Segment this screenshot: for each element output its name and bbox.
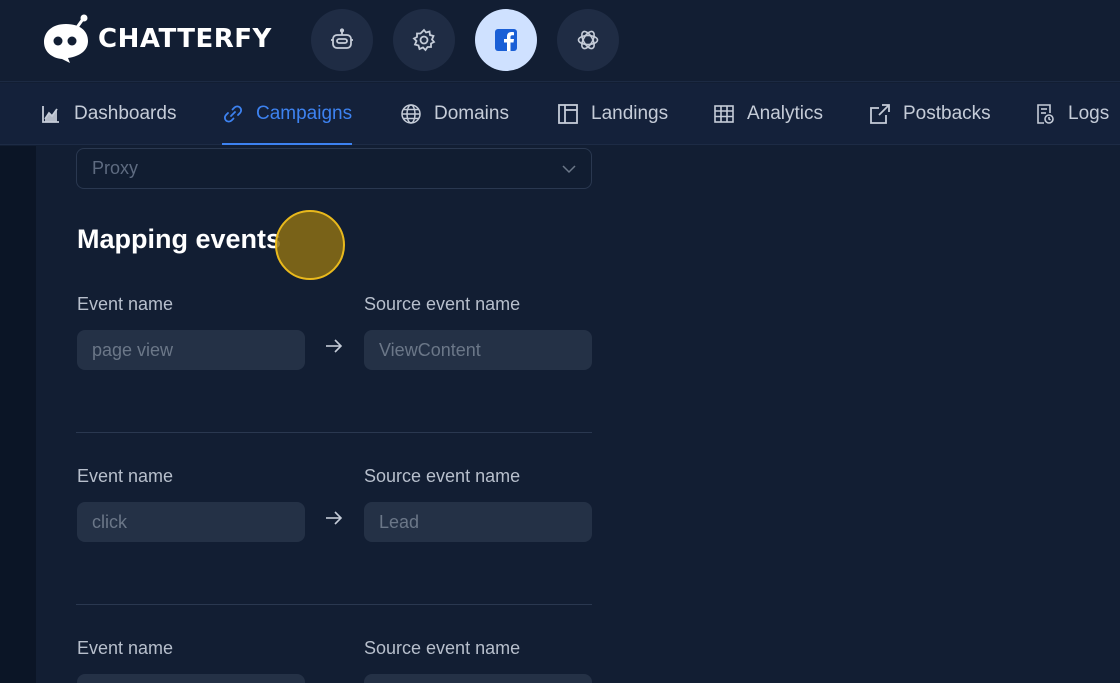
- nav-label-dashboards: Dashboards: [74, 103, 177, 124]
- robot-icon: [331, 28, 353, 49]
- settings-button[interactable]: [393, 9, 455, 71]
- chart-icon: [42, 106, 59, 123]
- nav-label-landings: Landings: [591, 103, 669, 124]
- layout-icon: [558, 104, 578, 124]
- row-divider: [76, 432, 592, 433]
- source-event-name-input[interactable]: [364, 502, 592, 542]
- external-link-icon: [870, 104, 890, 124]
- brand-name: CHATTERFY: [98, 24, 272, 54]
- event-name-label: Event name: [77, 638, 174, 658]
- nav-logs[interactable]: Logs: [1034, 83, 1109, 145]
- arrow-right-icon: [326, 511, 343, 525]
- chatterfy-logo-icon: [44, 14, 88, 63]
- chevron-down-icon: [562, 165, 576, 174]
- nav-domains[interactable]: Domains: [400, 83, 509, 145]
- nav-label-campaigns: Campaigns: [256, 103, 353, 124]
- row-divider: [76, 604, 592, 605]
- proxy-select-value: Proxy: [92, 158, 139, 178]
- table-icon: [714, 105, 734, 123]
- globe-icon: [401, 104, 421, 124]
- facebook-button[interactable]: [475, 9, 537, 71]
- source-event-name-label: Source event name: [364, 466, 521, 486]
- bot-button[interactable]: [311, 9, 373, 71]
- event-name-input[interactable]: [77, 330, 305, 370]
- arrow-right-icon: [326, 339, 343, 353]
- nav-analytics[interactable]: Analytics: [713, 83, 823, 145]
- main-nav: Dashboards Campaigns Domains Landings An…: [0, 83, 1120, 145]
- event-name-label: Event name: [77, 294, 174, 314]
- brand-logo[interactable]: CHATTERFY: [40, 14, 272, 64]
- nav-dashboards[interactable]: Dashboards: [40, 83, 176, 145]
- event-name-input[interactable]: [77, 674, 305, 683]
- event-name-label: Event name: [77, 466, 174, 486]
- nav-label-postbacks: Postbacks: [903, 103, 991, 124]
- nav-landings[interactable]: Landings: [557, 83, 668, 145]
- source-event-name-label: Source event name: [364, 638, 521, 658]
- nav-label-analytics: Analytics: [747, 103, 824, 124]
- top-bar: CHATTERFY: [0, 0, 1120, 82]
- facebook-icon: [495, 29, 517, 51]
- link-icon: [223, 105, 243, 123]
- gear-icon: [412, 28, 436, 52]
- event-name-input[interactable]: [77, 502, 305, 542]
- left-sidebar-edge: [0, 146, 36, 683]
- click-cursor-indicator: [275, 210, 345, 280]
- source-event-name-input[interactable]: [364, 674, 592, 683]
- proxy-select[interactable]: Proxy: [76, 148, 592, 189]
- nav-postbacks[interactable]: Postbacks: [869, 83, 991, 145]
- openai-button[interactable]: [557, 9, 619, 71]
- source-event-name-input[interactable]: [364, 330, 592, 370]
- nav-label-domains: Domains: [434, 103, 509, 124]
- nav-campaigns[interactable]: Campaigns: [222, 83, 353, 145]
- source-event-name-label: Source event name: [364, 294, 521, 314]
- log-icon: [1037, 104, 1054, 124]
- nav-label-logs: Logs: [1068, 103, 1110, 124]
- openai-icon: [577, 30, 599, 50]
- mapping-events-title: Mapping events: [77, 224, 282, 254]
